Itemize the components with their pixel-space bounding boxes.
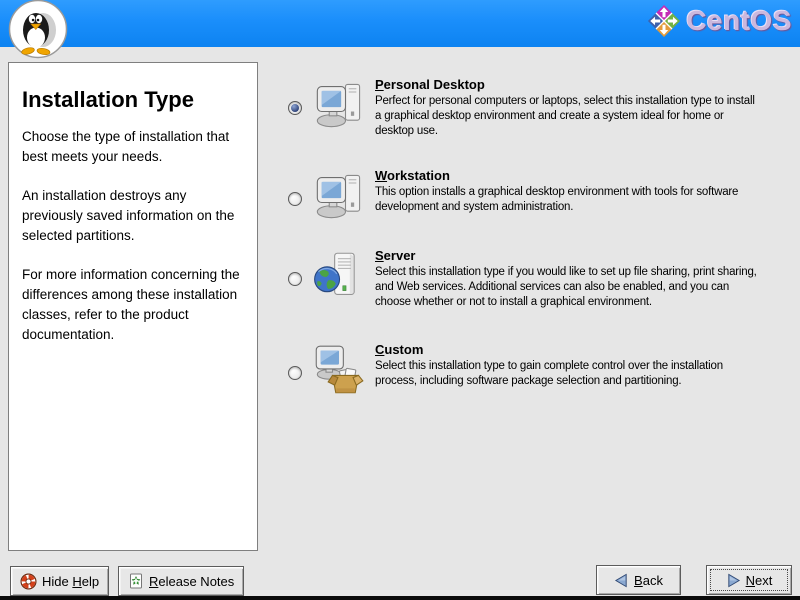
desktop-computer-icon: [313, 79, 365, 131]
next-label: Next: [746, 573, 773, 588]
radio-custom[interactable]: [288, 366, 302, 380]
option-custom[interactable]: Custom Select this installation type to …: [288, 341, 793, 396]
centos-pinwheel-icon: [647, 4, 681, 38]
next-arrow-icon: [726, 573, 741, 588]
back-arrow-icon: [614, 573, 629, 588]
help-paragraph: An installation destroys any previously …: [22, 186, 244, 246]
server-globe-icon: [313, 250, 365, 302]
hide-help-label: Hide Help: [42, 574, 99, 589]
release-notes-label: Release Notes: [149, 574, 234, 589]
release-notes-document-icon: [128, 573, 144, 589]
radio-personal-desktop[interactable]: [288, 101, 302, 115]
help-panel: Installation Type Choose the type of ins…: [8, 62, 258, 551]
back-button[interactable]: Back: [596, 565, 681, 595]
radio-server[interactable]: [288, 272, 302, 286]
next-button[interactable]: Next: [706, 565, 792, 595]
release-notes-button[interactable]: Release Notes: [118, 566, 244, 596]
option-title: Workstation: [375, 168, 757, 183]
custom-package-box-icon: [313, 344, 365, 396]
workstation-computer-icon: [313, 170, 365, 222]
brand-title: CentOS: [686, 5, 792, 37]
option-server[interactable]: Server Select this installation type if …: [288, 247, 793, 311]
option-description: Perfect for personal computers or laptop…: [375, 94, 757, 140]
option-title: Personal Desktop: [375, 77, 757, 92]
help-paragraph: Choose the type of installation that bes…: [22, 127, 244, 167]
option-personal-desktop[interactable]: Personal Desktop Perfect for personal co…: [288, 76, 793, 140]
back-label: Back: [634, 573, 663, 588]
hide-help-button[interactable]: Hide Help: [10, 566, 109, 596]
option-title: Custom: [375, 342, 757, 357]
lifebuoy-help-icon: [20, 573, 37, 590]
option-workstation[interactable]: Workstation This option installs a graph…: [288, 167, 793, 222]
brand-lockup: CentOS: [647, 4, 792, 38]
option-description: Select this installation type to gain co…: [375, 359, 757, 389]
option-title: Server: [375, 248, 757, 263]
tux-penguin-icon: [8, 0, 68, 59]
option-description: Select this installation type if you wou…: [375, 265, 757, 311]
screen-bottom-edge: [0, 596, 800, 600]
page-title: Installation Type: [22, 87, 244, 113]
option-description: This option installs a graphical desktop…: [375, 185, 757, 215]
help-paragraph: For more information concerning the diff…: [22, 265, 244, 345]
radio-workstation[interactable]: [288, 192, 302, 206]
installer-window: CentOS Installation Type Choose the type…: [0, 0, 800, 600]
